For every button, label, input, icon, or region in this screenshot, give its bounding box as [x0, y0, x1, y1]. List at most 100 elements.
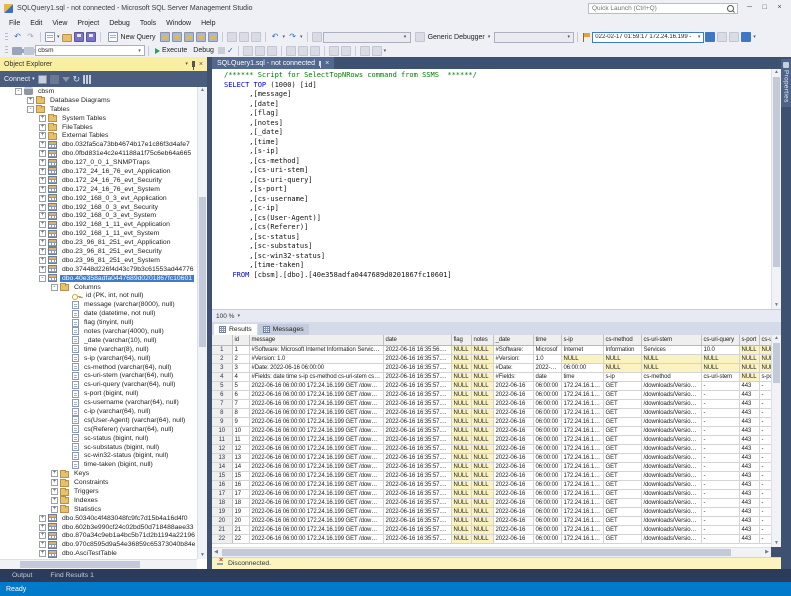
grid-cell[interactable]: 172.24.16.199: [561, 481, 603, 490]
chevron-down-icon[interactable]: ▾: [283, 34, 286, 40]
grid-cell[interactable]: GET: [603, 508, 641, 517]
grid-cell[interactable]: GET: [603, 535, 641, 544]
expand-icon[interactable]: +: [39, 248, 46, 255]
scroll-down-icon[interactable]: ▼: [772, 303, 781, 308]
grid-cell[interactable]: /downloads/Versions.xml: [641, 409, 701, 418]
grid-cell[interactable]: 06:00:00: [533, 400, 561, 409]
grid-cell[interactable]: NULL: [451, 526, 471, 535]
tree-item[interactable]: time (varchar(8), null): [0, 345, 197, 354]
paste-icon[interactable]: [251, 32, 261, 42]
grid-cell[interactable]: GET: [603, 463, 641, 472]
grid-cell[interactable]: NULL: [739, 355, 759, 364]
grid-cell[interactable]: -: [759, 400, 771, 409]
chevron-down-icon[interactable]: ▾: [57, 34, 60, 40]
row-header[interactable]: 11: [212, 436, 232, 445]
menu-tools[interactable]: Tools: [135, 19, 161, 28]
collapse-icon[interactable]: -: [27, 106, 34, 113]
grid-cell[interactable]: 443: [739, 535, 759, 544]
tab-properties[interactable]: Properties: [781, 59, 791, 107]
grid-cell[interactable]: 2022-06-16 16:35:57.950: [383, 391, 451, 400]
object-explorer-vscrollbar[interactable]: ▲ ▼: [197, 87, 207, 559]
grid-cell[interactable]: 2022-06-16 16:35:57.953: [383, 481, 451, 490]
live-query-stats-icon[interactable]: [267, 46, 277, 56]
grid-cell[interactable]: -: [701, 517, 739, 526]
row-header[interactable]: 19: [212, 508, 232, 517]
grid-cell[interactable]: NULL: [451, 382, 471, 391]
row-header[interactable]: 1: [212, 346, 232, 355]
grid-cell[interactable]: 443: [739, 409, 759, 418]
grid-cell[interactable]: -: [759, 535, 771, 544]
grid-cell[interactable]: NULL: [451, 355, 471, 364]
grid-cell[interactable]: NULL: [471, 472, 493, 481]
grid-cell[interactable]: NULL: [471, 382, 493, 391]
stop-icon[interactable]: [218, 47, 225, 54]
grid-cell[interactable]: 2022-06-16 16:35:57.953: [383, 517, 451, 526]
grid-cell[interactable]: 2022-06-16: [493, 499, 533, 508]
column-header-cs-uri-stem[interactable]: cs-uri-stem: [641, 335, 701, 346]
maximize-button[interactable]: □: [757, 1, 772, 15]
grid-cell[interactable]: 2022-06-16 06:00:00 172.24.16.199 GET /d…: [249, 382, 383, 391]
expand-icon[interactable]: +: [39, 150, 46, 157]
grid-cell[interactable]: NULL: [739, 346, 759, 355]
grid-cell[interactable]: NULL: [471, 391, 493, 400]
grid-cell[interactable]: Information: [603, 346, 641, 355]
grid-cell[interactable]: NULL: [739, 364, 759, 373]
grid-cell[interactable]: 2022-06-16: [493, 526, 533, 535]
grid-cell[interactable]: 443: [739, 472, 759, 481]
grid-cell[interactable]: GET: [603, 517, 641, 526]
grid-cell[interactable]: 2022-06-16 06:00:00 172.24.16.199 GET /d…: [249, 490, 383, 499]
tree-item[interactable]: -cbsm: [0, 87, 197, 96]
grid-cell[interactable]: 172.24.16.199: [561, 391, 603, 400]
tree-item[interactable]: +FileTables: [0, 123, 197, 132]
grid-cell[interactable]: 20: [232, 517, 249, 526]
tab-messages[interactable]: Messages: [258, 324, 309, 335]
grid-cell[interactable]: 2022-06-16: [493, 409, 533, 418]
tree-item[interactable]: +dbo.AsciTestTable: [0, 549, 197, 558]
menu-window[interactable]: Window: [161, 19, 196, 28]
grid-cell[interactable]: 06:00:00: [533, 418, 561, 427]
grid-cell[interactable]: 2022-06-16 16:35:57.950: [383, 418, 451, 427]
grid-cell[interactable]: 2022-06-16: [493, 382, 533, 391]
parse-icon[interactable]: ✓: [227, 46, 234, 55]
expand-icon[interactable]: +: [39, 168, 46, 175]
expand-icon[interactable]: +: [39, 124, 46, 131]
close-icon[interactable]: ×: [325, 60, 329, 67]
expand-icon[interactable]: +: [39, 195, 46, 202]
chevron-down-icon[interactable]: ▾: [753, 34, 756, 40]
chevron-down-icon[interactable]: ▾: [300, 34, 303, 40]
grid-cell[interactable]: NULL: [701, 355, 739, 364]
scrollbar-thumb[interactable]: [199, 197, 206, 347]
grid-cell[interactable]: /downloads/Versions.xml: [641, 481, 701, 490]
grid-cell[interactable]: -: [701, 409, 739, 418]
grid-cell[interactable]: NULL: [471, 517, 493, 526]
refresh-icon[interactable]: ↻: [73, 75, 81, 84]
row-header[interactable]: 4: [212, 373, 232, 382]
grid-cell[interactable]: -: [701, 427, 739, 436]
column-header-cs-username[interactable]: cs-username: [759, 335, 771, 346]
menu-file[interactable]: File: [4, 19, 25, 28]
grid-cell[interactable]: 172.24.16.199: [561, 454, 603, 463]
expand-icon[interactable]: +: [39, 132, 46, 139]
grid-cell[interactable]: /downloads/Versions.xml: [641, 436, 701, 445]
estimated-plan-icon[interactable]: [243, 46, 253, 56]
tree-item[interactable]: cs-uri-stem (varchar(64), null): [0, 372, 197, 381]
scroll-left-icon[interactable]: ◀: [213, 550, 219, 555]
grid-cell[interactable]: 172.24.16.199: [561, 535, 603, 544]
new-mdx-query-icon[interactable]: [172, 32, 182, 42]
grid-cell[interactable]: 2022-06-16 06:00:00 172.24.16.199 GET /d…: [249, 391, 383, 400]
expand-icon[interactable]: +: [39, 221, 46, 228]
grid-cell[interactable]: 443: [739, 526, 759, 535]
expand-icon[interactable]: +: [39, 550, 46, 557]
tree-item[interactable]: c-ip (varchar(64), null): [0, 407, 197, 416]
chevron-down-icon[interactable]: ▾: [401, 34, 410, 40]
results-grid[interactable]: idmessagedateflagnotes_datetimes-ipcs-me…: [212, 335, 771, 547]
grid-cell[interactable]: NULL: [471, 454, 493, 463]
new-query-button[interactable]: New Query: [104, 31, 159, 43]
query-tab[interactable]: SQLQuery1.sql - not connected ×: [212, 57, 334, 69]
grid-cell[interactable]: NULL: [471, 427, 493, 436]
expand-icon[interactable]: +: [39, 159, 46, 166]
grid-cell[interactable]: 443: [739, 400, 759, 409]
expand-icon[interactable]: +: [39, 266, 46, 273]
grid-cell[interactable]: 2022-06-16: [493, 445, 533, 454]
grid-cell[interactable]: 06:00:00: [533, 472, 561, 481]
